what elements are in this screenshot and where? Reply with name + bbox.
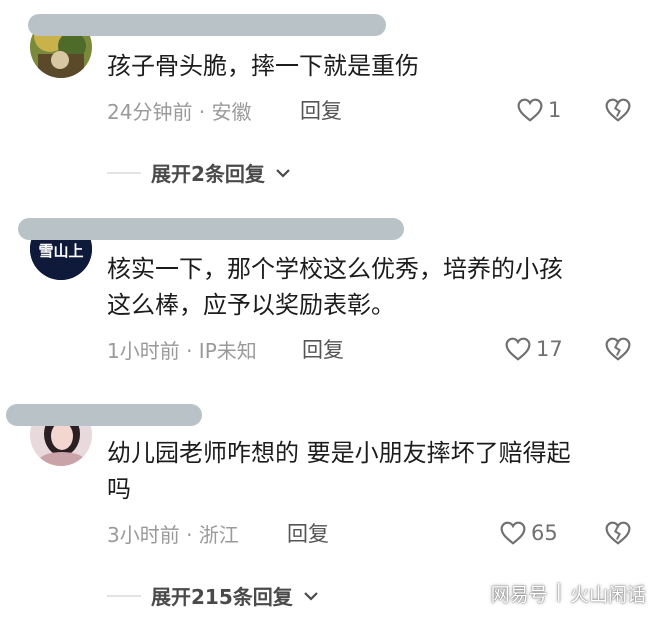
expand-replies-label: 展开215条回复: [151, 585, 293, 609]
chevron-down-icon: [276, 168, 290, 178]
heart-icon: [517, 98, 543, 122]
watermark: 网易号 | 火山闲话: [491, 580, 646, 607]
like-count: 1: [548, 98, 562, 122]
comment-meta: 3小时前 · 浙江: [107, 523, 239, 547]
like-count: 65: [531, 521, 558, 545]
heart-icon: [505, 337, 531, 361]
broken-heart-icon[interactable]: [605, 97, 631, 123]
expand-replies-button[interactable]: 展开2条回复: [107, 158, 291, 187]
watermark-author: 火山闲话: [569, 584, 646, 606]
comment-line: 吗: [107, 475, 131, 503]
comment-line: 孩子骨头脆，摔一下就是重伤: [107, 52, 419, 80]
watermark-platform: 网易号: [490, 584, 548, 606]
chevron-down-icon: [303, 591, 318, 601]
expand-replies-button[interactable]: 展开215条回复: [107, 581, 319, 610]
broken-heart-icon[interactable]: [605, 520, 631, 546]
avatar-text: 雪山上: [38, 242, 83, 260]
broken-heart-icon[interactable]: [605, 336, 631, 362]
comment-line: 核实一下，那个学校这么优秀，培养的小孩: [107, 255, 563, 283]
comment-text: 孩子骨头脆，摔一下就是重伤: [107, 48, 419, 84]
reply-button[interactable]: 回复: [300, 95, 342, 125]
reply-button[interactable]: 回复: [287, 518, 329, 548]
heart-icon: [500, 521, 526, 545]
redacted-username: [28, 14, 386, 36]
expand-replies-label: 展开2条回复: [151, 162, 265, 186]
redacted-username: [18, 218, 404, 240]
like-count: 17: [536, 337, 563, 361]
comment-text: 幼儿园老师咋想的 要是小朋友摔坏了赔得起 吗: [107, 435, 571, 507]
divider: [107, 594, 141, 597]
like-button[interactable]: 1: [517, 95, 561, 125]
reply-button[interactable]: 回复: [302, 334, 344, 364]
comment-meta: 24分钟前 · 安徽: [107, 100, 252, 124]
comment-line: 这么棒，应予以奖励表彰。: [107, 291, 395, 319]
watermark-separator: |: [555, 580, 562, 602]
comment-list: 孩子骨头脆，摔一下就是重伤 24分钟前 · 安徽 回复 1 展开2条回复 雪山上…: [0, 0, 660, 621]
comment-text: 核实一下，那个学校这么优秀，培养的小孩 这么棒，应予以奖励表彰。: [107, 251, 563, 323]
like-button[interactable]: 17: [505, 334, 563, 364]
redacted-username: [6, 404, 202, 426]
divider: [107, 171, 141, 174]
like-button[interactable]: 65: [500, 518, 558, 548]
comment-meta: 1小时前 · IP未知: [107, 339, 257, 363]
comment-line: 幼儿园老师咋想的 要是小朋友摔坏了赔得起: [107, 439, 571, 467]
